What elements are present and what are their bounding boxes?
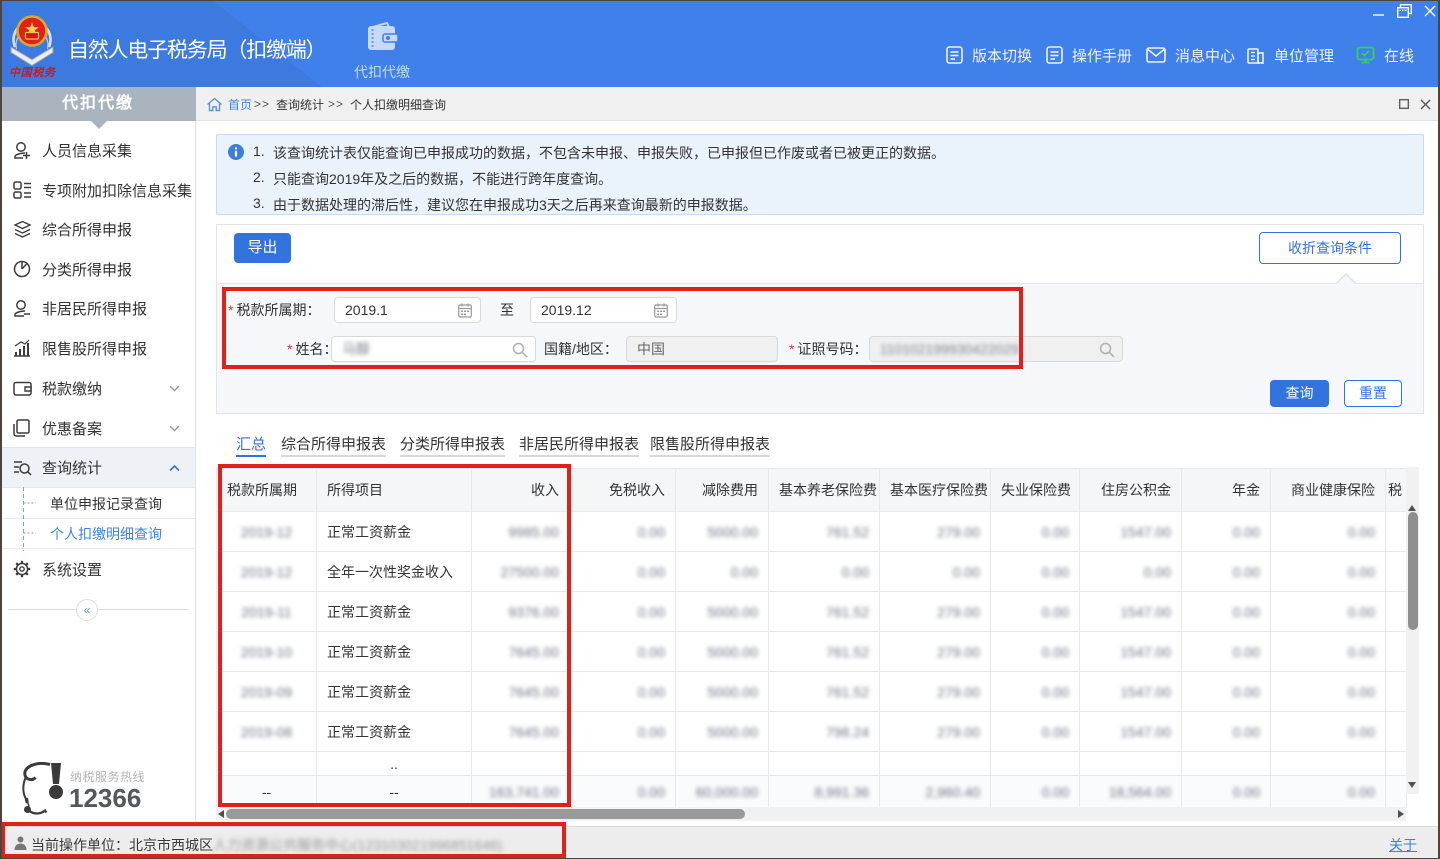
svg-text:中国税务: 中国税务 [9,66,57,79]
